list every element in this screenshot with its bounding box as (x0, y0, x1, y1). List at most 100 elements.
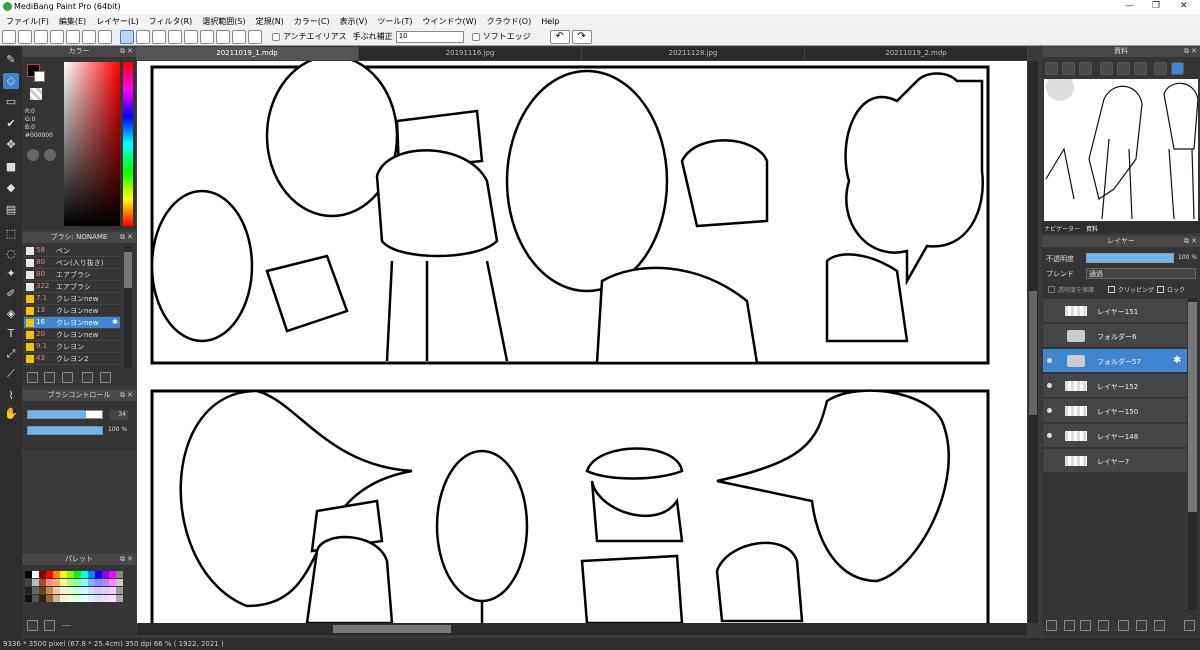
palette-swatch[interactable] (102, 571, 109, 578)
brush-size-slider[interactable] (27, 410, 103, 419)
doc-tab[interactable]: 20211019_2.mdp (805, 47, 1028, 60)
stabilizer-select[interactable]: 10 (395, 30, 464, 43)
palette-swatch[interactable] (67, 579, 74, 586)
palette-swatch[interactable] (67, 595, 74, 602)
palette-swatch[interactable] (109, 595, 116, 602)
palette-swatch[interactable] (53, 571, 60, 578)
layer-folder-row[interactable]: フォルダー6 (1043, 324, 1187, 348)
palette-swatch[interactable] (25, 579, 32, 586)
zoom-in-icon[interactable] (1100, 62, 1113, 75)
navigator-tab[interactable]: ナビゲーター (1044, 224, 1080, 233)
share-icon[interactable] (18, 29, 32, 44)
no-snap-icon[interactable] (120, 29, 134, 44)
eyedropper-tool-icon[interactable]: ⌇ (3, 388, 19, 404)
brush-item[interactable]: 322 エアブラシ (24, 281, 120, 293)
palette-swatch[interactable] (46, 571, 53, 578)
close-icon[interactable]: ✕ (1180, 1, 1188, 11)
palette-swatch[interactable] (53, 579, 60, 586)
brush-item[interactable]: 80 エアブラシ (24, 269, 120, 281)
palette-swatch[interactable] (95, 571, 102, 578)
menu-file[interactable]: ファイル(F) (6, 16, 49, 27)
comment-icon[interactable] (50, 29, 64, 44)
page-icon[interactable] (66, 29, 80, 44)
maximize-icon[interactable]: ❐ (1152, 1, 1160, 11)
doc-tab[interactable]: 20211019_1.mdp (136, 47, 359, 60)
brush-settings-icon[interactable] (44, 372, 55, 383)
palette-swatch[interactable] (67, 587, 74, 594)
new-folder-icon[interactable] (1118, 620, 1129, 631)
brush-opacity-slider[interactable] (27, 426, 103, 435)
palette-swatch[interactable] (39, 595, 46, 602)
eraser-tool-icon[interactable]: ◇ (3, 73, 19, 89)
palette-swatch[interactable] (32, 595, 39, 602)
hand-icon[interactable] (1171, 62, 1184, 75)
protect-alpha-checkbox[interactable] (1048, 286, 1055, 293)
select-pen-icon[interactable]: ✐ (3, 286, 19, 302)
palette-swatch[interactable] (102, 579, 109, 586)
brush-scrollbar[interactable] (124, 246, 132, 368)
palette-swatch[interactable] (81, 579, 88, 586)
menu-select[interactable]: 選択範囲(S) (202, 16, 245, 27)
palette-swatch[interactable] (46, 595, 53, 602)
move-tool-icon[interactable]: ✥ (3, 137, 19, 153)
menu-view[interactable]: 表示(V) (340, 16, 368, 27)
palette-swatch[interactable] (81, 587, 88, 594)
layer-row[interactable]: レイヤー7 (1043, 449, 1187, 473)
panel-close-icon[interactable]: ⧉ ✕ (120, 47, 133, 56)
brush-item[interactable]: 80 ペン(入り抜き) (24, 257, 120, 269)
menu-color[interactable]: カラー(C) (294, 16, 330, 27)
panel-close-icon[interactable]: ⧉ ✕ (1184, 47, 1197, 56)
palette-swatch[interactable] (88, 579, 95, 586)
palette-swatch[interactable] (25, 571, 32, 578)
material-tab[interactable]: 資料 (1086, 224, 1098, 233)
merge-layer-icon[interactable] (1136, 620, 1147, 631)
minimize-icon[interactable]: — (1125, 1, 1134, 11)
add-brush-icon[interactable] (27, 372, 38, 383)
cross-snap-icon[interactable] (152, 29, 166, 44)
palette-swatch[interactable] (109, 571, 116, 578)
operation-tool-icon[interactable]: ⤢ (3, 346, 19, 362)
palette-swatch[interactable] (116, 587, 123, 594)
layer-gear-icon[interactable]: ✱ (1173, 355, 1181, 366)
undo-icon[interactable]: ↶ (549, 29, 570, 44)
text-tool-icon[interactable]: T (3, 326, 19, 342)
layer-scrollbar[interactable] (1188, 298, 1197, 610)
palette-swatch[interactable] (32, 571, 39, 578)
menu-layer[interactable]: レイヤー(L) (96, 16, 138, 27)
hand-tool-icon[interactable]: ✋ (3, 406, 19, 422)
zoom-out-icon[interactable] (1134, 62, 1147, 75)
circle-snap-icon[interactable] (200, 29, 214, 44)
palette-swatch[interactable] (39, 571, 46, 578)
palette-swatch[interactable] (116, 595, 123, 602)
settings-snap-icon[interactable] (248, 29, 262, 44)
radial-snap-icon[interactable] (184, 29, 198, 44)
palette-swatch[interactable] (81, 571, 88, 578)
layer-row[interactable]: レイヤー150 (1043, 399, 1187, 423)
select-eraser-icon[interactable]: ◈ (3, 306, 19, 322)
menu-cloud[interactable]: クラウド(O) (487, 16, 532, 27)
color-wheel-icon[interactable] (27, 149, 39, 161)
palette-swatch[interactable] (46, 579, 53, 586)
palette-swatch[interactable] (95, 587, 102, 594)
palette-swatch[interactable] (88, 595, 95, 602)
color-mix-icon[interactable] (44, 149, 56, 161)
magic-wand-icon[interactable]: ✦ (3, 266, 19, 282)
layer-folder-row[interactable]: フォルダー57 ✱ (1043, 349, 1187, 373)
drawing-canvas[interactable] (137, 61, 1027, 623)
menu-filter[interactable]: フィルタ(R) (149, 16, 193, 27)
menu-window[interactable]: ウインドウ(W) (423, 16, 477, 27)
curve-snap-icon[interactable] (216, 29, 230, 44)
layer-settings-icon[interactable] (1154, 620, 1165, 631)
panel-close-icon[interactable]: ⧉ ✕ (120, 555, 133, 564)
close-material-icon[interactable] (1079, 62, 1092, 75)
cloud-download-icon[interactable] (1045, 62, 1058, 75)
palette-swatch[interactable] (53, 595, 60, 602)
palette-swatch[interactable] (102, 595, 109, 602)
brush-item[interactable]: 13 クレヨンnew (24, 305, 120, 317)
menu-edit[interactable]: 編集(E) (59, 16, 86, 27)
palette-swatch[interactable] (88, 587, 95, 594)
lock-checkbox[interactable] (1157, 286, 1164, 293)
palette-swatch[interactable] (60, 579, 67, 586)
antialias-checkbox[interactable] (272, 32, 280, 41)
rect-tool-icon[interactable]: ▭ (3, 94, 19, 110)
